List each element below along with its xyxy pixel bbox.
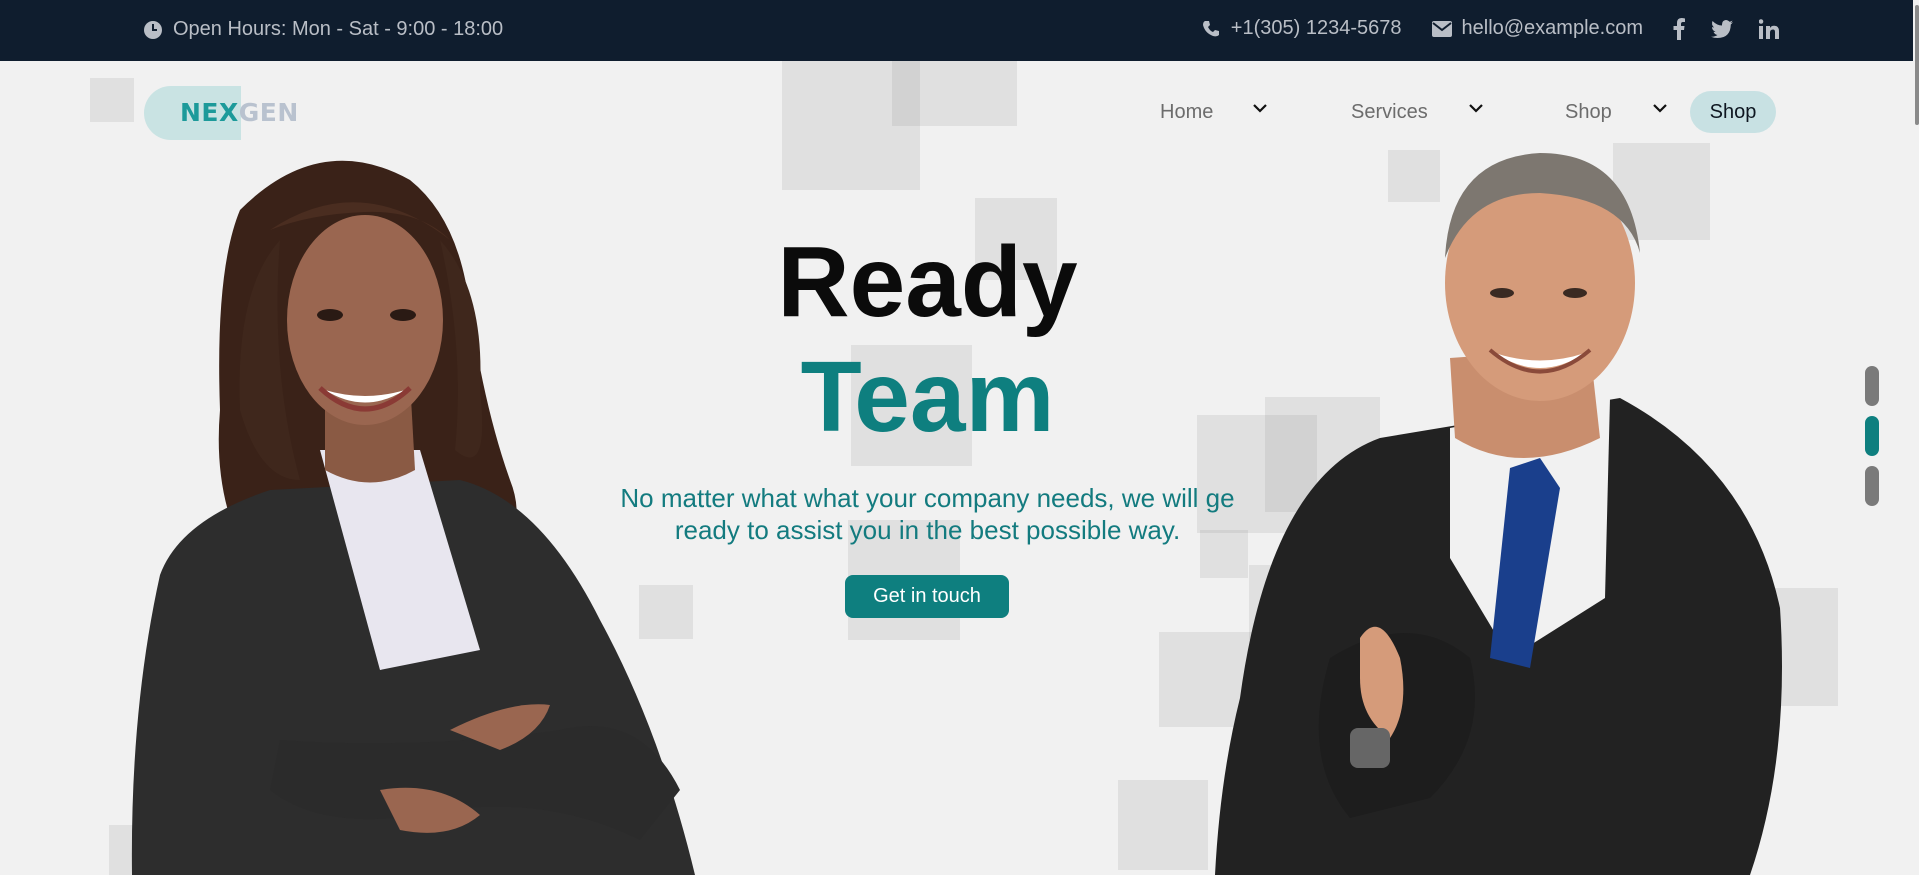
linkedin-icon[interactable] <box>1759 18 1779 39</box>
slider-dot[interactable] <box>1865 366 1879 406</box>
page: Open Hours: Mon - Sat - 9:00 - 18:00 +1(… <box>0 0 1919 875</box>
nav-item-services[interactable]: Services <box>1351 101 1428 124</box>
chevron-down-icon[interactable] <box>1652 100 1668 121</box>
email-address: hello@example.com <box>1461 17 1644 39</box>
open-hours: Open Hours: Mon - Sat - 9:00 - 18:00 <box>143 18 503 41</box>
chevron-down-icon[interactable] <box>1468 100 1484 121</box>
main-nav: Home Services Shop Shop <box>0 88 1919 138</box>
decor-square <box>1118 780 1208 870</box>
twitter-icon[interactable] <box>1711 19 1733 38</box>
hero-subtitle: No matter what what your company needs, … <box>620 483 1235 545</box>
phone-number: +1(305) 1234-5678 <box>1230 17 1402 39</box>
envelope-icon <box>1431 20 1452 37</box>
hero-title-line1: Ready <box>777 226 1078 338</box>
clock-icon <box>143 20 163 40</box>
nav-item-home[interactable]: Home <box>1160 101 1213 124</box>
slider-dot[interactable] <box>1865 466 1879 506</box>
shop-button[interactable]: Shop <box>1690 91 1776 133</box>
hero-title-line2: Team <box>800 341 1055 453</box>
contact-info: +1(305) 1234-5678 hello@example.com <box>1201 17 1779 40</box>
top-bar: Open Hours: Mon - Sat - 9:00 - 18:00 +1(… <box>0 0 1919 61</box>
facebook-icon[interactable] <box>1673 17 1685 40</box>
slider-dot-active[interactable] <box>1865 416 1879 456</box>
phone-icon <box>1201 19 1221 39</box>
email-link[interactable]: hello@example.com <box>1431 17 1644 40</box>
open-hours-text: Open Hours: Mon - Sat - 9:00 - 18:00 <box>173 18 504 40</box>
social-links <box>1673 17 1779 40</box>
chevron-down-icon[interactable] <box>1252 100 1268 121</box>
slider-dots <box>1865 366 1879 516</box>
get-in-touch-button[interactable]: Get in touch <box>845 575 1009 618</box>
scrollbar[interactable] <box>1913 0 1919 875</box>
scrollbar-thumb[interactable] <box>1915 5 1919 125</box>
phone-link[interactable]: +1(305) 1234-5678 <box>1201 17 1402 40</box>
nav-item-shop[interactable]: Shop <box>1565 101 1612 124</box>
